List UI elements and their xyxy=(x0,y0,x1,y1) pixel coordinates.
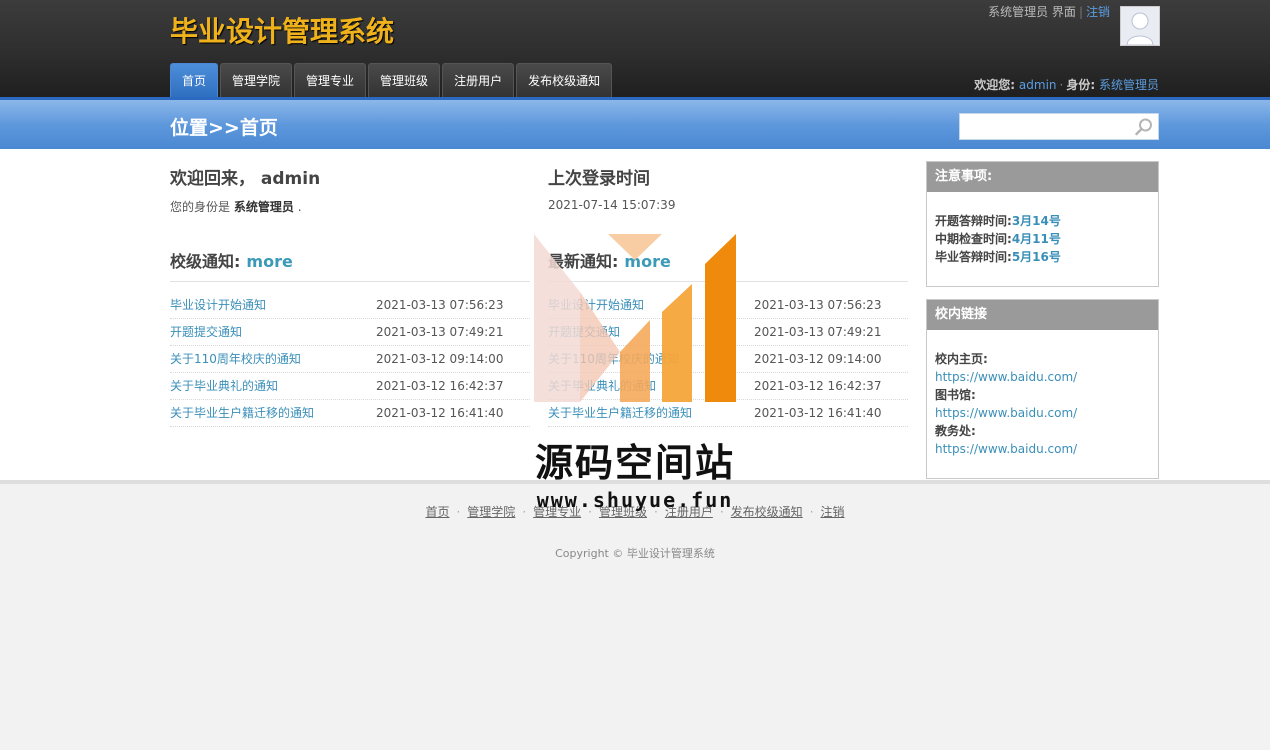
app-logo-title: 毕业设计管理系统 xyxy=(170,15,395,48)
notice-row: 毕业设计开始通知 2021-03-13 07:56:23 xyxy=(548,292,908,319)
notice-title-link[interactable]: 关于毕业生户籍迁移的通知 xyxy=(548,400,692,426)
notice-title-link[interactable]: 关于毕业典礼的通知 xyxy=(548,373,656,399)
notice-date: 2021-03-12 09:14:00 xyxy=(376,352,504,366)
school-notice-heading: 校级通知: more xyxy=(170,252,293,271)
identity-role: 系统管理员 xyxy=(233,200,294,214)
external-link[interactable]: https://www.baidu.com/ xyxy=(935,440,1150,458)
top-links: 系统管理员 界面 | 注销 xyxy=(988,5,1110,19)
notice-row: 毕业设计开始通知 2021-03-13 07:56:23 xyxy=(170,292,530,319)
links-body: 校内主页: https://www.baidu.com/图书馆: https://w… xyxy=(927,330,1158,458)
notes-title: 注意事项: xyxy=(927,162,1158,192)
footer-link-6[interactable]: 注销 xyxy=(821,505,845,519)
note-value: 4月11号 xyxy=(1011,232,1061,246)
note-value: 3月14号 xyxy=(1011,214,1061,228)
latest-notice-list: 毕业设计开始通知 2021-03-13 07:56:23 开题提交通知 2021-03… xyxy=(548,292,908,427)
nav-item-4[interactable]: 注册用户 xyxy=(442,63,515,97)
role-link[interactable]: 系统管理员 xyxy=(1099,78,1159,92)
notice-row: 关于毕业生户籍迁移的通知 2021-03-12 16:41:40 xyxy=(170,400,530,427)
search-box xyxy=(959,113,1159,140)
nav-item-0[interactable]: 首页 xyxy=(170,63,219,97)
latest-notice-heading: 最新通知: more xyxy=(548,252,671,271)
notice-title-link[interactable]: 关于毕业生户籍迁移的通知 xyxy=(170,400,314,426)
watermark-text: 源码空间站 xyxy=(534,441,735,485)
welcome-title: 欢迎回来， admin xyxy=(170,169,321,189)
notice-row: 开题提交通知 2021-03-13 07:49:21 xyxy=(170,319,530,346)
notice-row: 开题提交通知 2021-03-13 07:49:21 xyxy=(548,319,908,346)
link-label: 教务处: xyxy=(935,424,976,438)
last-login-time: 2021-07-14 15:07:39 xyxy=(548,198,676,212)
header: 毕业设计管理系统 系统管理员 界面 | 注销 首页 管理学院 管理专业 管理班级 注册用户发… xyxy=(0,0,1270,97)
role-label: 身份: xyxy=(1066,78,1096,92)
note-item: 开题答辩时间:3月14号 xyxy=(935,212,1150,230)
notice-title-link[interactable]: 毕业设计开始通知 xyxy=(548,292,644,318)
welcome-label: 欢迎您: xyxy=(974,78,1016,92)
school-notice-list: 毕业设计开始通知 2021-03-13 07:56:23 开题提交通知 2021-03… xyxy=(170,292,530,427)
external-link[interactable]: https://www.baidu.com/ xyxy=(935,368,1150,386)
notice-date: 2021-03-13 07:56:23 xyxy=(376,298,504,312)
note-label: 开题答辩时间: xyxy=(935,214,1012,228)
note-item: 中期检查时间:4月11号 xyxy=(935,230,1150,248)
notice-title-link[interactable]: 关于110周年校庆的通知 xyxy=(548,346,679,372)
link-item-label: 图书馆: xyxy=(935,386,1150,404)
last-login-title: 上次登录时间 xyxy=(548,169,650,189)
school-notice-more-link[interactable]: more xyxy=(246,252,292,271)
notice-title-link[interactable]: 关于毕业典礼的通知 xyxy=(170,373,278,399)
note-item: 毕业答辩时间:5月16号 xyxy=(935,248,1150,266)
notice-date: 2021-03-12 16:41:40 xyxy=(754,406,882,420)
latest-notice-more-link[interactable]: more xyxy=(624,252,670,271)
notes-body: 开题答辩时间:3月14号 中期检查时间:4月11号 毕业答辩时间:5月16号 xyxy=(927,192,1158,266)
notice-date: 2021-03-13 07:49:21 xyxy=(754,325,882,339)
notice-title-link[interactable]: 毕业设计开始通知 xyxy=(170,292,266,318)
location-bar: 位置>>首页 xyxy=(0,97,1270,149)
link-item-label: 校内主页: xyxy=(935,350,1150,368)
links-box: 校内链接 校内主页: https://www.baidu.com/图书馆: http… xyxy=(926,299,1159,479)
notice-title-link[interactable]: 开题提交通知 xyxy=(170,319,242,345)
footer-link-1[interactable]: 管理学院 xyxy=(467,505,515,519)
external-link[interactable]: https://www.baidu.com/ xyxy=(935,404,1150,422)
logout-link[interactable]: 注销 xyxy=(1086,5,1110,19)
notice-row: 关于毕业典礼的通知 2021-03-12 16:42:37 xyxy=(170,373,530,400)
links-title: 校内链接 xyxy=(927,300,1158,330)
notice-row: 关于毕业生户籍迁移的通知 2021-03-12 16:41:40 xyxy=(548,400,908,427)
user-avatar-icon xyxy=(1121,7,1159,45)
nav-item-5[interactable]: 发布校级通知 xyxy=(516,63,613,97)
link-item-label: 教务处: xyxy=(935,422,1150,440)
notice-date: 2021-03-12 16:42:37 xyxy=(754,379,882,393)
notice-row: 关于110周年校庆的通知 2021-03-12 09:14:00 xyxy=(548,346,908,373)
search-icon[interactable] xyxy=(1134,117,1154,137)
nav-item-3[interactable]: 管理班级 xyxy=(368,63,441,97)
link-label: 图书馆: xyxy=(935,388,976,402)
notice-date: 2021-03-12 16:42:37 xyxy=(376,379,504,393)
copyright: Copyright © 毕业设计管理系统 xyxy=(555,547,715,560)
main-nav: 首页 管理学院 管理专业 管理班级 注册用户 发布校级通知 xyxy=(170,63,614,97)
watermark-url: www.shuyue.fun xyxy=(536,488,734,512)
search-input[interactable] xyxy=(960,114,1130,139)
note-label: 中期检查时间: xyxy=(935,232,1012,246)
welcome-user-info: 欢迎您: admin · 身份: 系统管理员 xyxy=(974,78,1159,92)
notice-date: 2021-03-12 16:41:40 xyxy=(376,406,504,420)
role-interface-label: 系统管理员 界面 xyxy=(988,5,1076,19)
link-label: 校内主页: xyxy=(935,352,988,366)
note-value: 5月16号 xyxy=(1011,250,1061,264)
breadcrumb: 位置>>首页 xyxy=(170,117,278,139)
identity-text: 您的身份是 系统管理员 . xyxy=(170,200,302,214)
avatar[interactable] xyxy=(1120,6,1160,46)
notice-title-link[interactable]: 开题提交通知 xyxy=(548,319,620,345)
nav-item-2[interactable]: 管理专业 xyxy=(294,63,367,97)
footer-link-0[interactable]: 首页 xyxy=(425,505,449,519)
notice-date: 2021-03-13 07:49:21 xyxy=(376,325,504,339)
notice-date: 2021-03-12 09:14:00 xyxy=(754,352,882,366)
note-label: 毕业答辩时间: xyxy=(935,250,1012,264)
nav-item-1[interactable]: 管理学院 xyxy=(220,63,293,97)
notice-row: 关于毕业典礼的通知 2021-03-12 16:42:37 xyxy=(548,373,908,400)
notice-date: 2021-03-13 07:56:23 xyxy=(754,298,882,312)
username-link[interactable]: admin xyxy=(1019,78,1057,92)
notice-title-link[interactable]: 关于110周年校庆的通知 xyxy=(170,346,301,372)
notes-box: 注意事项: 开题答辩时间:3月14号 中期检查时间:4月11号 毕业答辩时间:5月1… xyxy=(926,161,1159,287)
notice-row: 关于110周年校庆的通知 2021-03-12 09:14:00 xyxy=(170,346,530,373)
